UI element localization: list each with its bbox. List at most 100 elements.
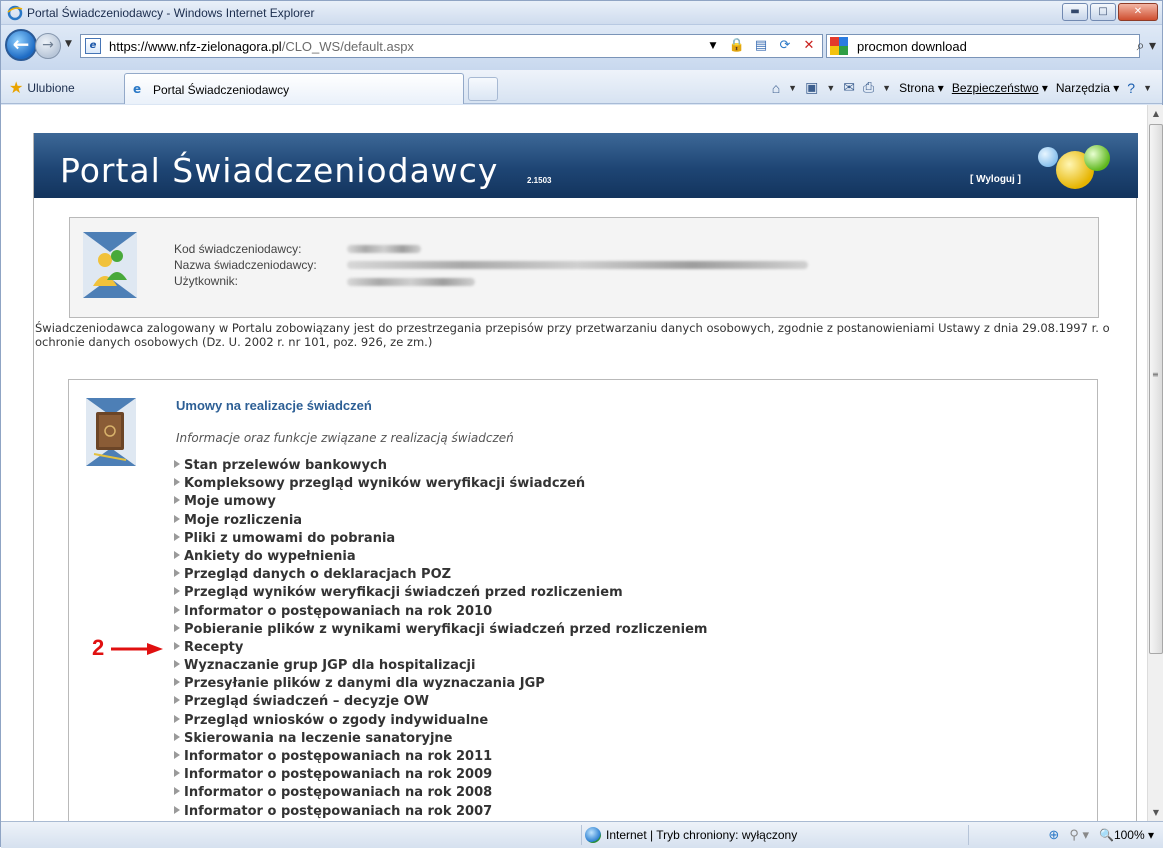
contracts-menu: Stan przelewów bankowych Kompleksowy prz… <box>174 457 1054 821</box>
page-icon: e <box>85 38 101 54</box>
menu-item-ow-decisions[interactable]: Przegląd świadczeń – decyzje OW <box>174 693 1054 711</box>
feeds-dropdown-icon[interactable]: ▼ <box>826 83 835 93</box>
search-input[interactable]: procmon download <box>857 39 967 54</box>
compatibility-view-icon[interactable]: ▤ <box>752 37 770 55</box>
favorites-button[interactable]: ★ Ulubione <box>9 78 75 98</box>
back-button[interactable]: ← <box>5 29 37 61</box>
arrow-right-icon <box>174 550 180 559</box>
help-dropdown-icon[interactable]: ▼ <box>1143 83 1152 93</box>
status-divider <box>968 825 969 845</box>
scroll-down-icon[interactable]: ▼ <box>1148 804 1163 821</box>
print-dropdown-icon[interactable]: ▼ <box>882 83 891 93</box>
mail-icon[interactable]: ✉ <box>843 79 855 96</box>
arrow-right-icon <box>174 569 180 578</box>
forward-button[interactable]: → <box>35 33 61 59</box>
users-icon <box>83 232 137 298</box>
address-bar[interactable]: e https://www.nfz-zielonagora.pl/CLO_WS/… <box>80 34 823 58</box>
menu-item-verification-review[interactable]: Kompleksowy przegląd wyników weryfikacji… <box>174 475 1054 493</box>
help-icon[interactable]: ? <box>1127 80 1135 96</box>
tab-portal[interactable]: e Portal Świadczeniodawcy <box>124 73 464 104</box>
feeds-icon[interactable]: ▣ <box>805 79 818 96</box>
menu-item-preverification[interactable]: Przegląd wyników weryfikacji świadczeń p… <box>174 584 1054 602</box>
search-box[interactable]: procmon download <box>826 34 1140 58</box>
menu-item-informator-2009[interactable]: Informator o postępowaniach na rok 2009 <box>174 766 1054 784</box>
vertical-scrollbar[interactable]: ▲ ≡ ▼ <box>1147 105 1163 821</box>
menu-item-bank-transfers[interactable]: Stan przelewów bankowych <box>174 457 1054 475</box>
home-dropdown-icon[interactable]: ▼ <box>788 83 797 93</box>
address-url[interactable]: https://www.nfz-zielonagora.pl/CLO_WS/de… <box>109 39 414 54</box>
menu-item-informator-2007[interactable]: Informator o postępowaniach na rok 2007 <box>174 803 1054 821</box>
menu-item-my-contracts[interactable]: Moje umowy <box>174 493 1054 511</box>
menu-item-sanatorium-referrals[interactable]: Skierowania na leczenie sanatoryjne <box>174 730 1054 748</box>
page-viewport: Portal Świadczeniodawcy 2.1503 [ Wyloguj… <box>1 105 1147 821</box>
stop-icon[interactable]: ✕ <box>800 37 818 55</box>
arrow-right-icon <box>174 587 180 596</box>
provider-labels: Kod świadczeniodawcy: Nazwa świadczeniod… <box>174 241 317 289</box>
menu-item-individual-consents[interactable]: Przegląd wniosków o zgody indywidualne <box>174 712 1054 730</box>
menu-item-my-settlements[interactable]: Moje rozliczenia <box>174 512 1054 530</box>
history-dropdown-icon[interactable]: ▼ <box>65 39 72 49</box>
favorites-star-icon: ★ <box>9 80 24 97</box>
menu-security[interactable]: Bezpieczeństwo ▾ <box>952 81 1048 95</box>
arrow-right-icon <box>174 732 180 741</box>
label-provider-code: Kod świadczeniodawcy: <box>174 242 302 256</box>
menu-item-surveys[interactable]: Ankiety do wypełnienia <box>174 548 1054 566</box>
menu-item-poz-declarations[interactable]: Przegląd danych o deklaracjach POZ <box>174 566 1054 584</box>
address-dropdown-icon[interactable]: ▼ <box>704 37 722 55</box>
print-icon[interactable]: ⎙ <box>863 79 874 96</box>
maximize-button[interactable]: □ <box>1090 3 1116 21</box>
protected-mode-icon[interactable]: ⚲ ▾ <box>1069 827 1089 843</box>
decorative-orbs-icon <box>1034 141 1114 191</box>
arrow-right-icon <box>174 678 180 687</box>
google-search-icon <box>830 37 848 55</box>
annotation-arrow-icon <box>111 643 163 655</box>
arrow-right-icon <box>174 532 180 541</box>
section-title: Umowy na realizacje świadczeń <box>176 398 372 413</box>
scroll-up-icon[interactable]: ▲ <box>1148 105 1163 122</box>
arrow-right-icon <box>174 769 180 778</box>
address-toolbar: ← → ▼ e https://www.nfz-zielonagora.pl/C… <box>1 25 1162 70</box>
arrow-right-icon <box>174 751 180 759</box>
window-controls: ▬ □ ✕ <box>1062 3 1158 21</box>
scroll-grip-icon: ≡ <box>1152 370 1159 379</box>
arrow-right-icon <box>174 478 180 487</box>
lock-icon[interactable]: 🔒 <box>728 37 746 55</box>
menu-item-jgp-groups[interactable]: Wyznaczanie grup JGP dla hospitalizacji <box>174 657 1054 675</box>
menu-item-prescriptions[interactable]: Recepty <box>174 639 1054 657</box>
ie-tab-icon: e <box>133 82 142 96</box>
favorites-label: Ulubione <box>27 81 75 95</box>
home-icon[interactable]: ⌂ <box>772 80 780 96</box>
internet-globe-icon <box>585 827 601 843</box>
menu-item-informator-2011[interactable]: Informator o postępowaniach na rok 2011 <box>174 748 1054 766</box>
arrow-right-icon <box>174 660 180 669</box>
provider-info-box: Kod świadczeniodawcy: Nazwa świadczeniod… <box>69 217 1099 318</box>
minimize-button[interactable]: ▬ <box>1062 3 1088 21</box>
close-button[interactable]: ✕ <box>1118 3 1158 21</box>
status-bar: Internet | Tryb chroniony: wyłączony ⊕ ⚲… <box>1 821 1163 848</box>
new-tab-button[interactable] <box>468 77 498 101</box>
logout-link[interactable]: [ Wyloguj ] <box>970 174 1021 185</box>
arrow-right-icon <box>174 514 180 523</box>
menu-item-jgp-files[interactable]: Przesyłanie plików z danymi dla wyznacza… <box>174 675 1054 693</box>
status-right: ⊕ ⚲ ▾ 🔍100% ▾ <box>1048 827 1154 843</box>
contract-book-icon <box>86 398 136 466</box>
menu-tools[interactable]: Narzędzia ▾ <box>1056 81 1119 95</box>
scroll-thumb[interactable] <box>1149 124 1163 654</box>
menu-item-informator-2010[interactable]: Informator o postępowaniach na rok 2010 <box>174 603 1054 621</box>
zoom-control[interactable]: 🔍100% ▾ <box>1099 828 1154 842</box>
arrow-right-icon <box>174 623 180 632</box>
menu-page[interactable]: Strona ▾ <box>899 81 944 95</box>
search-go-icon[interactable]: ⌕ ▾ <box>1137 38 1156 54</box>
menu-item-contract-files[interactable]: Pliki z umowami do pobrania <box>174 530 1054 548</box>
status-divider <box>581 825 582 845</box>
refresh-icon[interactable]: ⟳ <box>776 37 794 55</box>
popup-blocker-icon[interactable]: ⊕ <box>1048 827 1059 843</box>
tab-toolbar: ★ Ulubione e Portal Świadczeniodawcy ⌂ ▼ … <box>1 70 1162 104</box>
arrow-right-icon <box>174 696 180 705</box>
label-user: Użytkownik: <box>174 274 239 288</box>
title-bar: Portal Świadczeniodawcy - Windows Intern… <box>1 1 1162 25</box>
menu-item-informator-2008[interactable]: Informator o postępowaniach na rok 2008 <box>174 784 1054 802</box>
menu-item-verification-files[interactable]: Pobieranie plików z wynikami weryfikacji… <box>174 621 1054 639</box>
security-zone[interactable]: Internet | Tryb chroniony: wyłączony <box>585 827 797 843</box>
security-zone-label: Internet | Tryb chroniony: wyłączony <box>606 828 798 842</box>
